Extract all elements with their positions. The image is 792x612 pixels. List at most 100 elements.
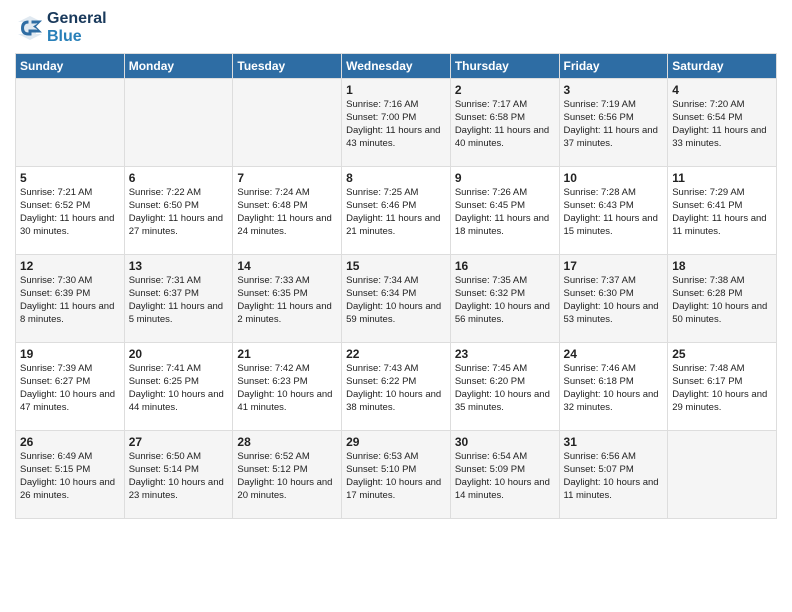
day-cell [233, 79, 342, 167]
day-info: Sunrise: 7:38 AM Sunset: 6:28 PM Dayligh… [672, 275, 772, 326]
day-number: 15 [346, 259, 446, 273]
day-number: 25 [672, 347, 772, 361]
day-cell [16, 79, 125, 167]
day-info: Sunrise: 7:30 AM Sunset: 6:39 PM Dayligh… [20, 275, 120, 326]
day-header: Saturday [668, 54, 777, 79]
day-cell: 15 Sunrise: 7:34 AM Sunset: 6:34 PM Dayli… [342, 255, 451, 343]
day-number: 4 [672, 83, 772, 97]
day-info: Sunrise: 6:54 AM Sunset: 5:09 PM Dayligh… [455, 451, 555, 502]
day-cell: 22Sunrise: 7:43 AM Sunset: 6:22 PM Dayli… [342, 343, 451, 431]
day-number: 11 [672, 171, 772, 185]
day-info: Sunrise: 7:35 AM Sunset: 6:32 PM Dayligh… [455, 275, 555, 326]
day-number: 21 [237, 347, 337, 361]
day-info: Sunrise: 7:20 AM Sunset: 6:54 PM Dayligh… [672, 99, 772, 150]
week-row: 12 Sunrise: 7:30 AM Sunset: 6:39 PM Dayli… [16, 255, 777, 343]
day-info: Sunrise: 6:50 AM Sunset: 5:14 PM Dayligh… [129, 451, 229, 502]
day-info: Sunrise: 7:21 AM Sunset: 6:52 PM Dayligh… [20, 187, 120, 238]
day-info: Sunrise: 7:34 AM Sunset: 6:34 PM Dayligh… [346, 275, 446, 326]
day-info: Sunrise: 7:37 AM Sunset: 6:30 PM Dayligh… [564, 275, 664, 326]
day-info: Sunrise: 6:53 AM Sunset: 5:10 PM Dayligh… [346, 451, 446, 502]
day-info: Sunrise: 6:49 AM Sunset: 5:15 PM Dayligh… [20, 451, 120, 502]
day-cell: 31 Sunrise: 6:56 AM Sunset: 5:07 PM Dayli… [559, 431, 668, 519]
day-number: 6 [129, 171, 229, 185]
day-cell: 16Sunrise: 7:35 AM Sunset: 6:32 PM Dayli… [450, 255, 559, 343]
day-number: 1 [346, 83, 446, 97]
day-number: 10 [564, 171, 664, 185]
day-cell: 24 Sunrise: 7:46 AM Sunset: 6:18 PM Dayli… [559, 343, 668, 431]
day-info: Sunrise: 7:41 AM Sunset: 6:25 PM Dayligh… [129, 363, 229, 414]
day-number: 28 [237, 435, 337, 449]
day-info: Sunrise: 7:22 AM Sunset: 6:50 PM Dayligh… [129, 187, 229, 238]
day-cell: 8Sunrise: 7:25 AM Sunset: 6:46 PM Daylig… [342, 167, 451, 255]
day-info: Sunrise: 7:25 AM Sunset: 6:46 PM Dayligh… [346, 187, 446, 238]
week-row: 5 Sunrise: 7:21 AM Sunset: 6:52 PM Daylig… [16, 167, 777, 255]
day-info: Sunrise: 7:31 AM Sunset: 6:37 PM Dayligh… [129, 275, 229, 326]
day-number: 17 [564, 259, 664, 273]
day-cell: 28Sunrise: 6:52 AM Sunset: 5:12 PM Dayli… [233, 431, 342, 519]
day-info: Sunrise: 7:17 AM Sunset: 6:58 PM Dayligh… [455, 99, 555, 150]
day-header: Friday [559, 54, 668, 79]
logo: General Blue [15, 10, 107, 45]
day-info: Sunrise: 7:39 AM Sunset: 6:27 PM Dayligh… [20, 363, 120, 414]
day-number: 31 [564, 435, 664, 449]
day-cell: 2Sunrise: 7:17 AM Sunset: 6:58 PM Daylig… [450, 79, 559, 167]
day-cell: 12 Sunrise: 7:30 AM Sunset: 6:39 PM Dayli… [16, 255, 125, 343]
day-number: 5 [20, 171, 120, 185]
day-cell: 17 Sunrise: 7:37 AM Sunset: 6:30 PM Dayli… [559, 255, 668, 343]
day-number: 9 [455, 171, 555, 185]
day-info: Sunrise: 7:48 AM Sunset: 6:17 PM Dayligh… [672, 363, 772, 414]
day-cell: 9Sunrise: 7:26 AM Sunset: 6:45 PM Daylig… [450, 167, 559, 255]
day-header: Tuesday [233, 54, 342, 79]
day-number: 20 [129, 347, 229, 361]
day-cell: 27 Sunrise: 6:50 AM Sunset: 5:14 PM Dayli… [124, 431, 233, 519]
day-info: Sunrise: 7:46 AM Sunset: 6:18 PM Dayligh… [564, 363, 664, 414]
day-cell: 1 Sunrise: 7:16 AM Sunset: 7:00 PM Daylig… [342, 79, 451, 167]
day-number: 29 [346, 435, 446, 449]
day-number: 30 [455, 435, 555, 449]
week-row: 19 Sunrise: 7:39 AM Sunset: 6:27 PM Dayli… [16, 343, 777, 431]
day-cell: 10Sunrise: 7:28 AM Sunset: 6:43 PM Dayli… [559, 167, 668, 255]
day-cell: 13 Sunrise: 7:31 AM Sunset: 6:37 PM Dayli… [124, 255, 233, 343]
day-cell: 25 Sunrise: 7:48 AM Sunset: 6:17 PM Dayli… [668, 343, 777, 431]
day-cell: 18 Sunrise: 7:38 AM Sunset: 6:28 PM Dayli… [668, 255, 777, 343]
day-number: 26 [20, 435, 120, 449]
day-info: Sunrise: 6:56 AM Sunset: 5:07 PM Dayligh… [564, 451, 664, 502]
day-info: Sunrise: 7:24 AM Sunset: 6:48 PM Dayligh… [237, 187, 337, 238]
day-number: 14 [237, 259, 337, 273]
day-cell: 30 Sunrise: 6:54 AM Sunset: 5:09 PM Dayli… [450, 431, 559, 519]
day-cell: 11 Sunrise: 7:29 AM Sunset: 6:41 PM Dayli… [668, 167, 777, 255]
day-header: Wednesday [342, 54, 451, 79]
day-cell: 5 Sunrise: 7:21 AM Sunset: 6:52 PM Daylig… [16, 167, 125, 255]
logo-text: General Blue [47, 10, 107, 45]
week-row: 1 Sunrise: 7:16 AM Sunset: 7:00 PM Daylig… [16, 79, 777, 167]
day-cell: 23Sunrise: 7:45 AM Sunset: 6:20 PM Dayli… [450, 343, 559, 431]
day-cell: 14 Sunrise: 7:33 AM Sunset: 6:35 PM Dayli… [233, 255, 342, 343]
day-number: 3 [564, 83, 664, 97]
day-info: Sunrise: 7:29 AM Sunset: 6:41 PM Dayligh… [672, 187, 772, 238]
day-number: 12 [20, 259, 120, 273]
day-header: Monday [124, 54, 233, 79]
day-cell: 19 Sunrise: 7:39 AM Sunset: 6:27 PM Dayli… [16, 343, 125, 431]
day-cell: 6 Sunrise: 7:22 AM Sunset: 6:50 PM Daylig… [124, 167, 233, 255]
day-info: Sunrise: 7:16 AM Sunset: 7:00 PM Dayligh… [346, 99, 446, 150]
day-cell: 21 Sunrise: 7:42 AM Sunset: 6:23 PM Dayli… [233, 343, 342, 431]
day-info: Sunrise: 7:19 AM Sunset: 6:56 PM Dayligh… [564, 99, 664, 150]
day-number: 7 [237, 171, 337, 185]
day-cell: 4 Sunrise: 7:20 AM Sunset: 6:54 PM Daylig… [668, 79, 777, 167]
day-header: Thursday [450, 54, 559, 79]
day-cell [668, 431, 777, 519]
day-header: Sunday [16, 54, 125, 79]
day-info: Sunrise: 7:33 AM Sunset: 6:35 PM Dayligh… [237, 275, 337, 326]
day-cell: 26 Sunrise: 6:49 AM Sunset: 5:15 PM Dayli… [16, 431, 125, 519]
day-number: 27 [129, 435, 229, 449]
day-number: 18 [672, 259, 772, 273]
day-number: 24 [564, 347, 664, 361]
calendar-container: General Blue SundayMondayTuesdayWednesda… [0, 0, 792, 529]
week-row: 26 Sunrise: 6:49 AM Sunset: 5:15 PM Dayli… [16, 431, 777, 519]
day-number: 19 [20, 347, 120, 361]
day-cell: 3 Sunrise: 7:19 AM Sunset: 6:56 PM Daylig… [559, 79, 668, 167]
header-row: SundayMondayTuesdayWednesdayThursdayFrid… [16, 54, 777, 79]
calendar-table: SundayMondayTuesdayWednesdayThursdayFrid… [15, 53, 777, 519]
day-info: Sunrise: 7:42 AM Sunset: 6:23 PM Dayligh… [237, 363, 337, 414]
day-number: 13 [129, 259, 229, 273]
